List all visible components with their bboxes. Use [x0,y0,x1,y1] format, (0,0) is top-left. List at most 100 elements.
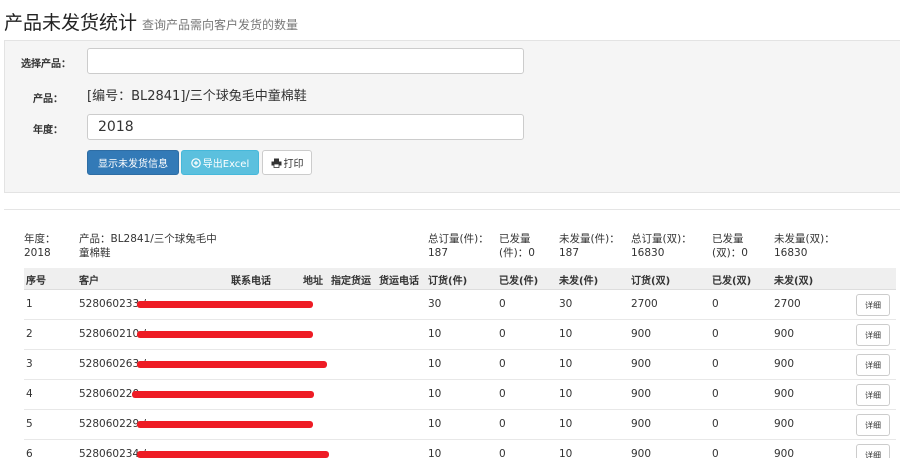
table-row: 5 528060229 / 10 0 10 900 0 900 详细 [24,410,896,440]
row-order-pairs: 900 [631,358,652,370]
row-no: 2 [26,328,33,340]
row-shipped-pairs: 0 [712,298,719,310]
row-shipped-pcs: 0 [499,358,506,370]
row-order-pcs: 30 [428,298,442,310]
table-row: 2 528060210 / 10 0 10 900 0 900 详细 [24,320,896,350]
detail-button[interactable]: 详细 [856,414,890,436]
page-title: 产品未发货统计 [4,12,138,34]
row-order-pairs: 2700 [631,298,658,310]
row-unshipped-pcs: 10 [559,328,573,340]
row-unshipped-pcs: 10 [559,358,573,370]
show-unshipped-button[interactable]: 显示未发货信息 [87,150,179,175]
row-order-pcs: 10 [428,328,442,340]
row-unshipped-pairs: 900 [774,358,795,370]
row-order-pcs: 10 [428,388,442,400]
col-header-carrier-phone: 货运电话 [379,276,419,287]
col-header-shipped-pairs: 已发(双) [712,276,752,287]
table-row: 1 528060233 / 30 0 30 2700 0 2700 详细 [24,290,896,320]
row-shipped-pairs: 0 [712,448,719,458]
page-header: 产品未发货统计 查询产品需向客户发货的数量 [4,8,298,38]
redaction-mark [137,361,327,368]
row-no: 3 [26,358,33,370]
row-customer: 528060263 / [79,358,146,370]
col-header-no: 序号 [26,276,46,287]
row-no: 6 [26,448,33,458]
col-header-phone: 联系电话 [231,276,271,287]
summary-year: 年度： 2018 [24,233,56,259]
detail-button[interactable]: 详细 [856,324,890,346]
col-header-shipped-pcs: 已发(件) [499,276,539,287]
table-row: 4 528060220 10 0 10 900 0 900 详细 [24,380,896,410]
year-label: 年度： [33,125,63,136]
row-unshipped-pcs: 10 [559,448,573,458]
row-unshipped-pairs: 900 [774,448,795,458]
row-order-pairs: 900 [631,328,652,340]
export-excel-button[interactable]: 导出Excel [181,150,259,175]
row-order-pairs: 900 [631,418,652,430]
row-customer: 528060220 [79,388,140,400]
row-unshipped-pairs: 900 [774,418,795,430]
row-order-pcs: 10 [428,448,442,458]
product-select-input[interactable] [87,48,524,74]
row-no: 1 [26,298,33,310]
product-label: 产品： [33,94,63,105]
print-button-label: 打印 [283,159,304,170]
export-excel-button-label: 导出Excel [202,159,250,170]
show-unshipped-button-label: 显示未发货信息 [98,159,168,170]
redaction-mark [137,451,329,458]
detail-button[interactable]: 详细 [856,444,890,458]
row-shipped-pcs: 0 [499,418,506,430]
row-order-pairs: 900 [631,388,652,400]
row-customer: 528060229 / [79,418,146,430]
row-shipped-pairs: 0 [712,358,719,370]
summary-product: 产品：BL2841/三个球兔毛中 童棉鞋 [79,233,217,259]
product-value: [编号：BL2841]/三个球兔毛中童棉鞋 [87,89,307,104]
summary-unshipped-pairs: 未发量(双)： 16830 [774,233,835,259]
row-customer: 528060210 / [79,328,146,340]
search-form-panel: 选择产品： 产品： [编号：BL2841]/三个球兔毛中童棉鞋 年度： 显示未发… [4,40,900,193]
row-shipped-pairs: 0 [712,418,719,430]
results-panel: 年度： 2018 产品：BL2841/三个球兔毛中 童棉鞋 总订量(件)： 18… [4,209,900,458]
summary-total-order-pairs: 总订量(双)： 16830 [631,233,692,259]
col-header-address: 地址 [303,276,323,287]
row-unshipped-pairs: 900 [774,328,795,340]
detail-button[interactable]: 详细 [856,354,890,376]
row-shipped-pcs: 0 [499,388,506,400]
redaction-mark [137,331,313,338]
table-header: 序号 客户 联系电话 地址 指定货运 货运电话 订货(件) 已发(件) 未发(件… [24,268,896,290]
row-shipped-pcs: 0 [499,298,506,310]
col-header-unshipped-pcs: 未发(件) [559,276,599,287]
row-customer: 528060234 / [79,448,146,458]
col-header-carrier: 指定货运 [331,276,371,287]
print-button[interactable]: 打印 [262,150,312,175]
col-header-unshipped-pairs: 未发(双) [774,276,814,287]
col-header-order-pcs: 订货(件) [428,276,468,287]
summary-unshipped-pcs: 未发量(件)： 187 [559,233,620,259]
row-shipped-pairs: 0 [712,388,719,400]
table-row: 6 528060234 / 10 0 10 900 0 900 详细 [24,440,896,458]
excel-export-icon [190,157,201,168]
summary-shipped-pairs: 已发量 (双)：0 [712,233,748,259]
detail-button[interactable]: 详细 [856,294,890,316]
detail-button[interactable]: 详细 [856,384,890,406]
col-header-customer: 客户 [79,276,99,287]
row-unshipped-pcs: 30 [559,298,573,310]
row-no: 5 [26,418,33,430]
printer-icon [271,158,281,168]
row-customer: 528060233 / [79,298,146,310]
row-shipped-pcs: 0 [499,328,506,340]
redaction-mark [137,301,313,308]
row-shipped-pcs: 0 [499,448,506,458]
row-order-pcs: 10 [428,358,442,370]
row-shipped-pairs: 0 [712,328,719,340]
row-order-pairs: 900 [631,448,652,458]
row-no: 4 [26,388,33,400]
row-order-pcs: 10 [428,418,442,430]
year-input[interactable] [87,114,524,140]
summary-total-order-pcs: 总订量(件)： 187 [428,233,489,259]
row-unshipped-pairs: 900 [774,388,795,400]
product-select-label: 选择产品： [21,59,71,70]
page-subtitle: 查询产品需向客户发货的数量 [142,18,299,32]
row-unshipped-pairs: 2700 [774,298,801,310]
col-header-order-pairs: 订货(双) [631,276,671,287]
